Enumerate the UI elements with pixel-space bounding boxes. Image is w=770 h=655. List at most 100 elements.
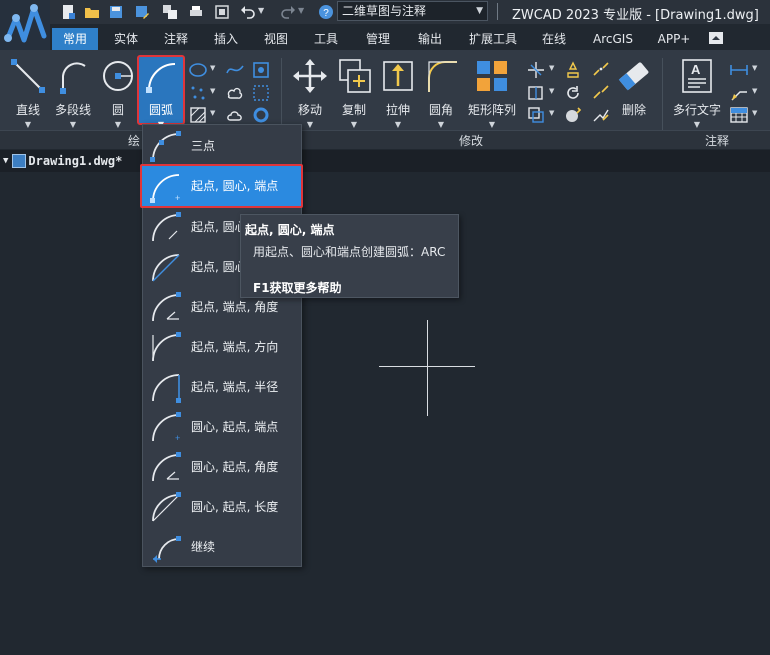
donut-icon[interactable] bbox=[252, 106, 270, 124]
table-icon[interactable] bbox=[730, 106, 748, 124]
menu-item-start-end-radius[interactable]: 起点, 端点, 半径 bbox=[143, 367, 301, 407]
mtext-label: 多行文字 bbox=[672, 103, 721, 117]
minimize-ribbon-icon[interactable] bbox=[709, 32, 723, 44]
arc-3point-icon bbox=[150, 131, 181, 162]
mirror-icon[interactable] bbox=[527, 84, 545, 102]
rotate-icon[interactable] bbox=[564, 84, 582, 102]
chevron-down-icon[interactable]: ▼ bbox=[210, 64, 215, 72]
tab-solid[interactable]: 实体 bbox=[106, 28, 146, 50]
edit-polyline-icon[interactable] bbox=[592, 106, 610, 124]
panel-separator bbox=[662, 58, 663, 136]
move-button[interactable]: 移动 ▼ bbox=[290, 58, 330, 129]
undo-dropdown-icon[interactable]: ▼ bbox=[258, 6, 264, 15]
offset-icon[interactable] bbox=[527, 106, 545, 124]
chevron-down-icon[interactable]: ▼ bbox=[549, 109, 554, 117]
collapse-triangle-icon[interactable]: ▼ bbox=[3, 156, 8, 166]
menu-item-center-start-end[interactable]: + 圆心, 起点, 端点 bbox=[143, 407, 301, 447]
app-logo[interactable] bbox=[0, 0, 50, 50]
menu-item-3point[interactable]: 三点 bbox=[143, 126, 301, 166]
tab-arcgis[interactable]: ArcGIS bbox=[588, 28, 638, 50]
menu-item-start-end-direction[interactable]: 起点, 端点, 方向 bbox=[143, 327, 301, 367]
chevron-down-icon[interactable]: ▼ bbox=[752, 64, 757, 72]
tab-manage[interactable]: 管理 bbox=[358, 28, 398, 50]
save-icon[interactable] bbox=[108, 4, 124, 20]
rect-array-label: 矩形阵列 bbox=[467, 103, 516, 117]
tab-online[interactable]: 在线 bbox=[534, 28, 574, 50]
spline-icon[interactable] bbox=[226, 61, 244, 79]
chevron-down-icon: ▼ bbox=[476, 6, 483, 16]
chevron-down-icon[interactable]: ▼ bbox=[549, 64, 554, 72]
stretch-icon bbox=[383, 61, 413, 91]
rectangle-icon[interactable] bbox=[252, 61, 270, 79]
chevron-down-icon[interactable]: ▼ bbox=[549, 87, 554, 95]
print-icon[interactable] bbox=[188, 4, 204, 20]
rect-array-button[interactable]: 矩形阵列 ▼ bbox=[466, 58, 518, 129]
arc-continue-icon bbox=[153, 536, 181, 563]
redo-dropdown-icon[interactable]: ▼ bbox=[298, 6, 304, 15]
menu-item-center-start-angle[interactable]: 圆心, 起点, 角度 bbox=[143, 447, 301, 487]
chevron-down-icon[interactable]: ▼ bbox=[752, 87, 757, 95]
break-icon[interactable] bbox=[592, 61, 610, 79]
revcloud-icon[interactable] bbox=[226, 84, 244, 102]
cloud-icon[interactable] bbox=[226, 106, 244, 124]
arc-start-center-angle-icon bbox=[152, 212, 181, 242]
stretch-button[interactable]: 拉伸 ▼ bbox=[380, 58, 416, 129]
menu-item-label: 圆心, 起点, 长度 bbox=[191, 500, 279, 514]
menu-item-center-start-length[interactable]: 圆心, 起点, 长度 bbox=[143, 487, 301, 527]
chevron-down-icon[interactable]: ▼ bbox=[210, 109, 215, 117]
document-tab[interactable]: ▼ Drawing1.dwg* bbox=[0, 152, 122, 170]
mtext-icon: A bbox=[682, 59, 712, 93]
tab-view[interactable]: 视图 bbox=[256, 28, 296, 50]
undo-icon[interactable] bbox=[240, 4, 256, 20]
chevron-down-icon[interactable]: ▼ bbox=[752, 109, 757, 117]
arc-center-start-length-icon bbox=[152, 492, 181, 522]
tab-insert[interactable]: 插入 bbox=[206, 28, 246, 50]
publish-icon[interactable] bbox=[162, 4, 178, 20]
mtext-button[interactable]: A 多行文字 ▼ bbox=[669, 58, 725, 129]
menu-item-continue[interactable]: 继续 bbox=[143, 527, 301, 567]
tab-extended-tools[interactable]: 扩展工具 bbox=[464, 28, 522, 50]
chevron-down-icon: ▼ bbox=[69, 120, 77, 129]
tab-output[interactable]: 输出 bbox=[410, 28, 450, 50]
point-icon[interactable] bbox=[189, 84, 207, 102]
erase-button[interactable]: 删除 bbox=[614, 58, 654, 118]
join-icon[interactable] bbox=[592, 84, 610, 102]
ribbon-tabs: 常用 实体 注释 插入 视图 工具 管理 输出 扩展工具 在线 ArcGIS A… bbox=[50, 28, 770, 50]
panel-title-annotate[interactable]: 注释 bbox=[705, 132, 729, 149]
trim-icon[interactable] bbox=[527, 61, 545, 79]
polyline-icon bbox=[60, 62, 86, 94]
chevron-down-icon[interactable]: ▼ bbox=[210, 87, 215, 95]
line-button[interactable]: 直线 ▼ bbox=[8, 58, 48, 129]
circle-button[interactable]: 圆 ▼ bbox=[100, 58, 136, 129]
open-folder-icon[interactable] bbox=[84, 4, 100, 20]
boundary-icon[interactable] bbox=[252, 84, 270, 102]
redo-icon[interactable] bbox=[280, 4, 296, 20]
zoom-extents-icon[interactable] bbox=[214, 4, 230, 20]
panel-title-draw[interactable]: 绘 bbox=[128, 132, 140, 149]
fillet-label: 圆角 bbox=[428, 103, 453, 117]
tab-annotate[interactable]: 注释 bbox=[156, 28, 196, 50]
tab-home[interactable]: 常用 bbox=[52, 28, 98, 50]
arc-button[interactable]: 圆弧 ▼ bbox=[141, 58, 181, 129]
workspace-select[interactable]: 二维草图与注释 ▼ bbox=[337, 1, 488, 21]
copy-button[interactable]: 复制 ▼ bbox=[336, 58, 372, 129]
line-label: 直线 bbox=[15, 103, 40, 117]
help-icon[interactable]: ? bbox=[318, 4, 334, 20]
new-file-icon[interactable] bbox=[60, 4, 76, 20]
polyline-button[interactable]: 多段线 ▼ bbox=[52, 58, 94, 129]
dimension-icon[interactable] bbox=[730, 61, 748, 79]
arc-start-center-length-icon bbox=[152, 254, 180, 282]
panel-title-modify[interactable]: 修改 bbox=[459, 132, 483, 149]
tab-app-plus[interactable]: APP+ bbox=[652, 28, 696, 50]
menu-item-start-center-end[interactable]: + 起点, 圆心, 端点 bbox=[140, 164, 303, 208]
document-tab-label: Drawing1.dwg* bbox=[28, 154, 123, 168]
ellipse-icon[interactable] bbox=[189, 61, 207, 79]
hatch-icon[interactable] bbox=[189, 106, 207, 124]
scale-icon[interactable] bbox=[564, 106, 582, 124]
chevron-down-icon: ▼ bbox=[394, 120, 402, 129]
tab-tools[interactable]: 工具 bbox=[306, 28, 346, 50]
save-as-icon[interactable] bbox=[134, 4, 150, 20]
explode-icon[interactable] bbox=[564, 61, 582, 79]
fillet-button[interactable]: 圆角 ▼ bbox=[422, 58, 460, 129]
leader-icon[interactable] bbox=[730, 84, 748, 102]
